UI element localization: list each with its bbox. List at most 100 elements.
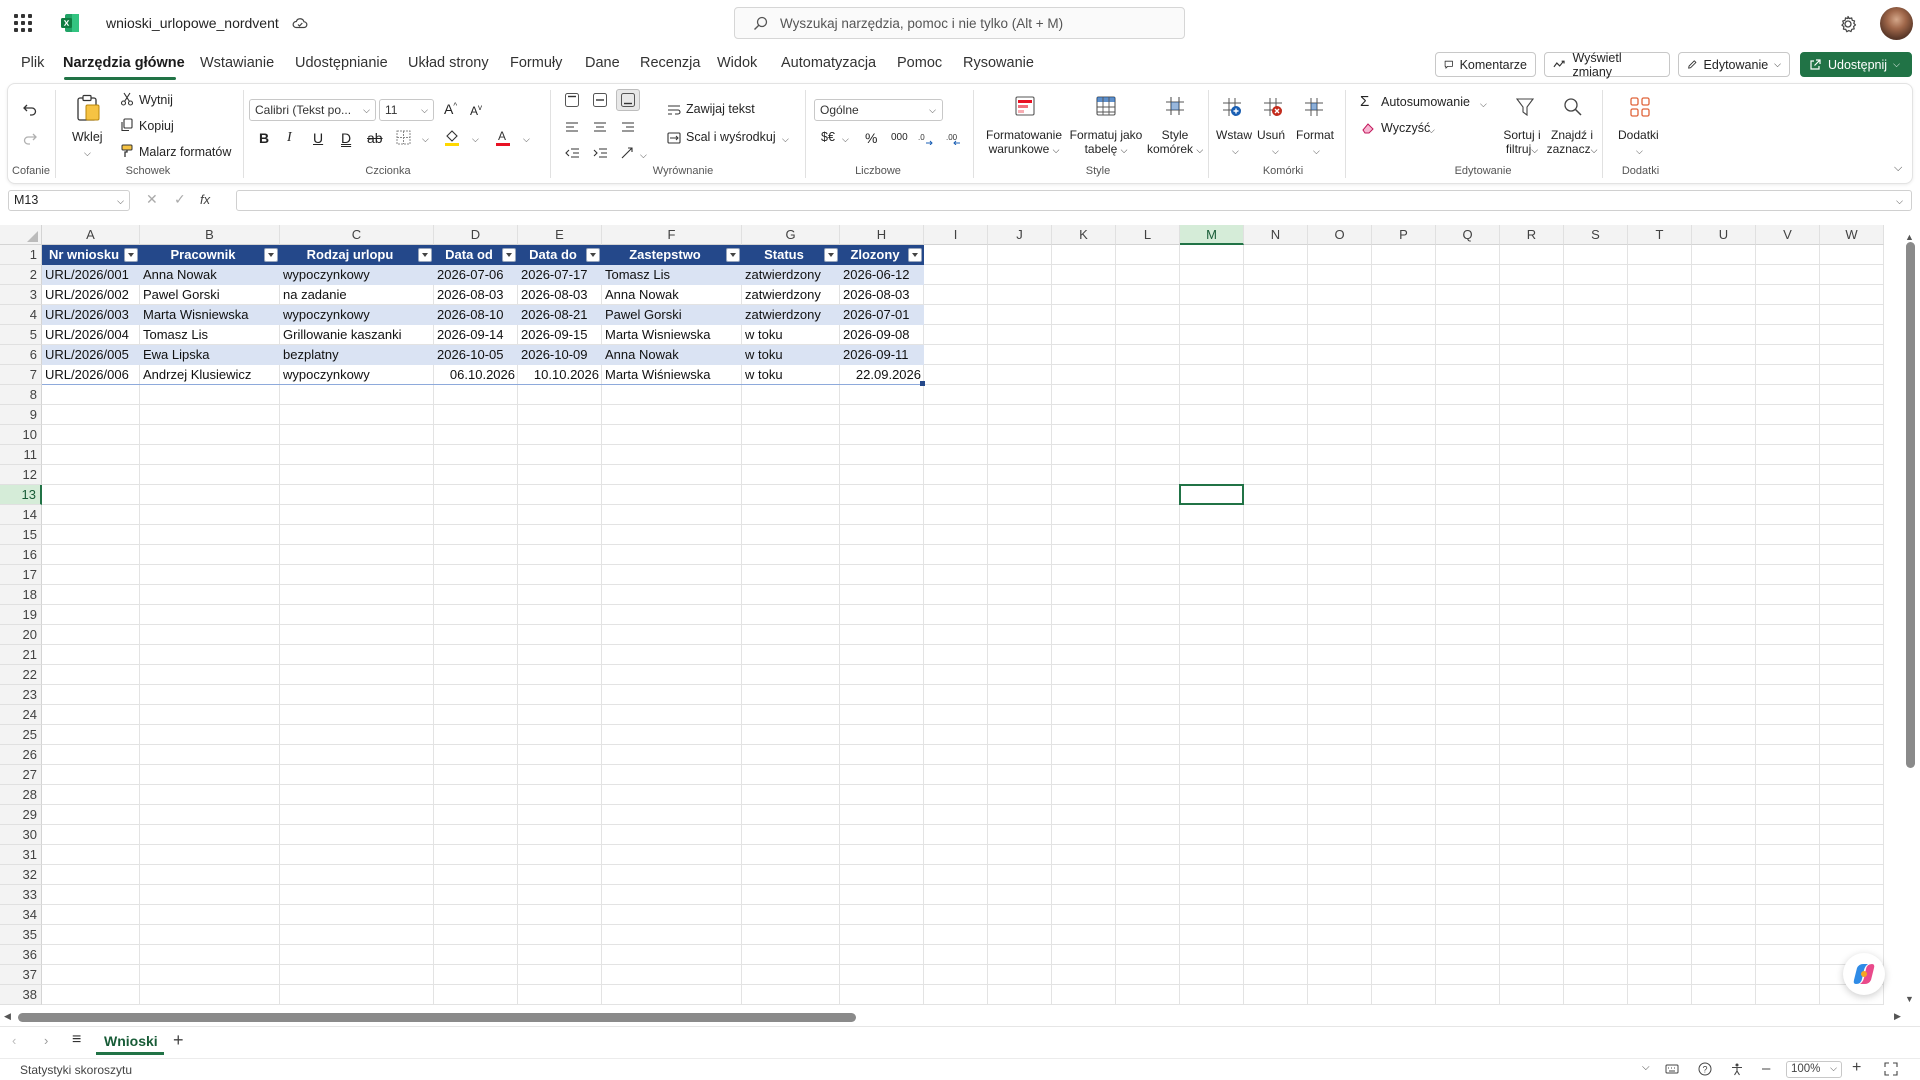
row-header[interactable]: 15 bbox=[0, 525, 42, 545]
row-header[interactable]: 28 bbox=[0, 785, 42, 805]
borders-icon[interactable] bbox=[396, 130, 411, 145]
column-header-p[interactable]: P bbox=[1372, 225, 1436, 245]
table-cell[interactable]: Grillowanie kaszanki bbox=[280, 325, 434, 345]
table-cell[interactable]: Pawel Gorski bbox=[140, 285, 280, 305]
redo-icon[interactable] bbox=[22, 130, 38, 146]
keyboard-icon[interactable] bbox=[1665, 1063, 1679, 1075]
font-name-select[interactable]: Calibri (Tekst po... ⌵ bbox=[249, 99, 376, 121]
double-underline-icon[interactable]: D bbox=[341, 130, 351, 146]
underline-icon[interactable]: U bbox=[313, 130, 323, 146]
table-cell[interactable]: Anna Nowak bbox=[140, 265, 280, 285]
column-header-o[interactable]: O bbox=[1308, 225, 1372, 245]
scroll-up-icon[interactable]: ▲ bbox=[1905, 232, 1914, 242]
column-header-e[interactable]: E bbox=[518, 225, 602, 245]
paste-button[interactable]: Wklej bbox=[72, 130, 103, 144]
row-header[interactable]: 10 bbox=[0, 425, 42, 445]
merge-center-icon[interactable] bbox=[667, 132, 681, 144]
column-header-i[interactable]: I bbox=[924, 225, 988, 245]
undo-icon[interactable] bbox=[22, 101, 38, 117]
format-painter-button[interactable]: Malarz formatów bbox=[139, 145, 231, 159]
filter-dropdown-icon[interactable] bbox=[908, 248, 922, 262]
align-bottom-icon[interactable] bbox=[616, 89, 640, 111]
row-header[interactable]: 16 bbox=[0, 545, 42, 565]
table-cell[interactable]: 2026-08-03 bbox=[434, 285, 518, 305]
table-cell[interactable]: Anna Nowak bbox=[602, 345, 742, 365]
zoom-out-icon[interactable]: – bbox=[1762, 1060, 1770, 1077]
row-header[interactable]: 7 bbox=[0, 365, 42, 385]
align-center-icon[interactable] bbox=[592, 120, 608, 134]
sort-filter-icon[interactable] bbox=[1514, 96, 1536, 118]
table-cell[interactable]: URL/2026/006 bbox=[42, 365, 140, 385]
table-header-cell[interactable]: Status bbox=[742, 245, 840, 265]
column-header-a[interactable]: A bbox=[42, 225, 140, 245]
decrease-indent-icon[interactable] bbox=[564, 146, 580, 160]
column-header-b[interactable]: B bbox=[140, 225, 280, 245]
sigma-icon[interactable]: Σ bbox=[1360, 93, 1369, 110]
row-header[interactable]: 37 bbox=[0, 965, 42, 985]
increase-font-icon[interactable]: A^ bbox=[444, 101, 457, 117]
row-header[interactable]: 12 bbox=[0, 465, 42, 485]
table-header-cell[interactable]: Data do bbox=[518, 245, 602, 265]
row-header[interactable]: 20 bbox=[0, 625, 42, 645]
vertical-scroll-thumb[interactable] bbox=[1906, 242, 1915, 768]
increase-decimal-icon[interactable]: .0 bbox=[918, 131, 934, 145]
row-header[interactable]: 34 bbox=[0, 905, 42, 925]
table-cell[interactable]: URL/2026/005 bbox=[42, 345, 140, 365]
thousands-separator-icon[interactable]: 000 bbox=[891, 132, 908, 143]
row-header[interactable]: 11 bbox=[0, 445, 42, 465]
tab-dane[interactable]: Dane bbox=[585, 55, 620, 71]
ribbon-collapse-icon[interactable]: ⌵ bbox=[1894, 162, 1902, 175]
column-header-s[interactable]: S bbox=[1564, 225, 1628, 245]
row-header[interactable]: 33 bbox=[0, 885, 42, 905]
worksheet-grid[interactable]: ABCDEFGHIJKLMNOPQRSTUVW 1 2 3 4 5 6 7 8 9 10 11 12 1… bbox=[0, 225, 1920, 1005]
column-header-q[interactable]: Q bbox=[1436, 225, 1500, 245]
active-cell-m13[interactable] bbox=[1179, 484, 1244, 505]
row-header[interactable]: 26 bbox=[0, 745, 42, 765]
cut-button[interactable]: Wytnij bbox=[139, 93, 173, 107]
select-all-corner[interactable] bbox=[0, 225, 42, 245]
font-color-icon[interactable]: A bbox=[495, 128, 511, 146]
chevron-down-icon[interactable]: ⌵ bbox=[640, 150, 647, 161]
check-icon[interactable]: ✓ bbox=[174, 191, 186, 208]
format-cells-button[interactable]: Format bbox=[1296, 128, 1334, 142]
vertical-scrollbar[interactable]: ▲ ▼ bbox=[1905, 232, 1916, 1006]
column-header-c[interactable]: C bbox=[280, 225, 434, 245]
tab-automatyzacja[interactable]: Automatyzacja bbox=[781, 55, 876, 71]
row-header[interactable]: 30 bbox=[0, 825, 42, 845]
row-header[interactable]: 1 bbox=[0, 245, 42, 265]
copy-button[interactable]: Kopiuj bbox=[139, 119, 174, 133]
scissors-icon[interactable] bbox=[120, 92, 134, 106]
table-cell[interactable]: 2026-09-15 bbox=[518, 325, 602, 345]
help-icon[interactable]: ? bbox=[1698, 1062, 1712, 1076]
eraser-icon[interactable] bbox=[1361, 122, 1375, 135]
tab-rysowanie[interactable]: Rysowanie bbox=[963, 55, 1034, 71]
table-cell[interactable]: Tomasz Lis bbox=[140, 325, 280, 345]
filter-dropdown-icon[interactable] bbox=[124, 248, 138, 262]
settings-gear-icon[interactable] bbox=[1838, 14, 1858, 34]
file-name[interactable]: wnioski_urlopowe_nordvent bbox=[106, 15, 279, 31]
row-header[interactable]: 21 bbox=[0, 645, 42, 665]
insert-cells-icon[interactable] bbox=[1221, 96, 1243, 118]
filter-dropdown-icon[interactable] bbox=[418, 248, 432, 262]
table-resize-handle[interactable] bbox=[920, 381, 925, 386]
row-header[interactable]: 27 bbox=[0, 765, 42, 785]
table-cell[interactable]: URL/2026/002 bbox=[42, 285, 140, 305]
fullscreen-icon[interactable] bbox=[1884, 1062, 1898, 1076]
row-header[interactable]: 29 bbox=[0, 805, 42, 825]
align-right-icon[interactable] bbox=[620, 120, 636, 134]
row-header[interactable]: 13 bbox=[0, 485, 42, 505]
row-header[interactable]: 8 bbox=[0, 385, 42, 405]
italic-icon[interactable]: I bbox=[287, 130, 292, 146]
table-cell[interactable]: Marta Wisniewska bbox=[140, 305, 280, 325]
add-ins-button[interactable]: Dodatki bbox=[1618, 128, 1659, 142]
table-cell[interactable]: Marta Wisniewska bbox=[602, 325, 742, 345]
table-cell[interactable]: 2026-07-01 bbox=[840, 305, 924, 325]
next-sheet-icon[interactable]: › bbox=[44, 1033, 48, 1048]
column-header-j[interactable]: J bbox=[988, 225, 1052, 245]
previous-sheet-icon[interactable]: ‹ bbox=[12, 1033, 16, 1048]
chevron-down-icon[interactable]: ⌵ bbox=[1896, 196, 1903, 207]
table-header-cell[interactable]: Zlozony bbox=[840, 245, 924, 265]
table-header-cell[interactable]: Data od bbox=[434, 245, 518, 265]
filter-dropdown-icon[interactable] bbox=[726, 248, 740, 262]
table-cell[interactable]: Marta Wiśniewska bbox=[602, 365, 742, 385]
